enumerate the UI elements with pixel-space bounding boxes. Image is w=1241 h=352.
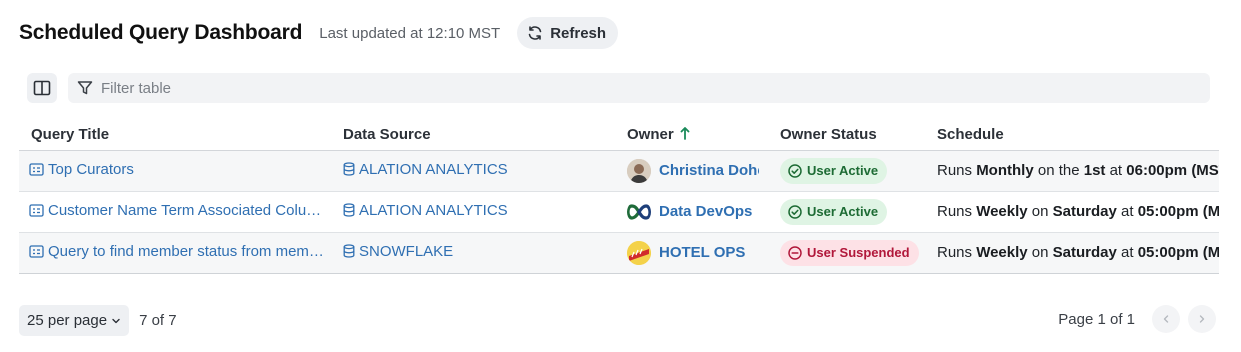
owner-cell: HOTEL OPS xyxy=(627,240,768,265)
filter-icon xyxy=(77,81,93,95)
data-source-link[interactable]: ALATION ANALYTICS xyxy=(343,202,508,219)
avatar xyxy=(627,240,651,265)
owner-name-link[interactable]: Data DevOps xyxy=(659,203,752,220)
person-photo-icon xyxy=(627,158,651,183)
query-icon xyxy=(29,163,44,176)
check-circle-icon xyxy=(788,204,802,219)
last-updated-text: Last updated at 12:10 MST xyxy=(319,24,501,42)
schedule-cell: Runs Weekly on Saturday at 05:00pm (MST) xyxy=(925,232,1219,274)
column-header-owner-status[interactable]: Owner Status xyxy=(768,120,925,151)
refresh-button[interactable]: Refresh xyxy=(517,17,619,49)
filter-box xyxy=(68,73,1210,103)
query-icon xyxy=(29,204,44,217)
filter-input[interactable] xyxy=(101,79,501,97)
owner-cell: Christina Doherty xyxy=(627,158,768,183)
row-count: 7 of 7 xyxy=(139,312,177,329)
status-badge: User Active xyxy=(780,198,888,225)
schedule-cell: Runs Weekly on Saturday at 05:00pm (MST) xyxy=(925,191,1219,233)
database-icon xyxy=(343,162,355,176)
table-toolbar xyxy=(27,73,1210,103)
avatar xyxy=(627,158,651,183)
query-table: Query Title Data Source Owner Owner Stat… xyxy=(19,120,1219,274)
column-header-owner[interactable]: Owner xyxy=(615,120,768,151)
query-icon xyxy=(29,245,44,258)
minus-circle-icon xyxy=(788,245,802,260)
page-label: Page 1 of 1 xyxy=(1058,310,1135,328)
query-title-link[interactable]: Customer Name Term Associated Columns xyxy=(29,202,324,219)
column-toggle-button[interactable] xyxy=(27,73,57,103)
column-header-owner-label: Owner xyxy=(627,126,674,144)
database-icon xyxy=(343,203,355,217)
chevron-down-icon xyxy=(112,318,120,323)
hotel-logo-icon xyxy=(627,240,651,265)
query-title-link[interactable]: Top Curators xyxy=(29,161,134,178)
data-source-link[interactable]: ALATION ANALYTICS xyxy=(343,161,508,178)
schedule-cell: Runs Monthly on the 1st at 06:00pm (MST) xyxy=(925,150,1219,192)
page-title: Scheduled Query Dashboard xyxy=(19,21,303,44)
infinity-logo-icon xyxy=(627,203,651,220)
column-header-schedule[interactable]: Schedule xyxy=(925,120,1219,151)
columns-icon xyxy=(33,80,51,96)
status-badge: User Active xyxy=(780,157,888,184)
owner-name-link[interactable]: Christina Doherty xyxy=(659,162,759,179)
avatar xyxy=(627,200,651,224)
check-circle-icon xyxy=(788,163,802,178)
table-row: Customer Name Term Associated Columns AL… xyxy=(19,191,1219,233)
query-table-container: Query Title Data Source Owner Owner Stat… xyxy=(19,120,1219,274)
table-row: Query to find member status from members… xyxy=(19,232,1219,274)
chevron-right-icon xyxy=(1199,315,1205,323)
next-page-button[interactable] xyxy=(1188,305,1216,333)
pagination-right: Page 1 of 1 xyxy=(1058,305,1216,333)
page-header: Scheduled Query Dashboard Last updated a… xyxy=(19,16,619,50)
column-header-query-title[interactable]: Query Title xyxy=(19,120,331,151)
database-icon xyxy=(343,244,355,258)
status-badge: User Suspended xyxy=(780,239,919,266)
data-source-link[interactable]: SNOWFLAKE xyxy=(343,243,453,260)
refresh-label: Refresh xyxy=(550,24,607,42)
query-title-link[interactable]: Query to find member status from members… xyxy=(29,243,324,260)
pagination-left: 25 per page 7 of 7 xyxy=(19,305,177,336)
table-row: Top Curators ALATION ANALYTICS Christina… xyxy=(19,150,1219,192)
table-header-row: Query Title Data Source Owner Owner Stat… xyxy=(19,120,1219,151)
owner-name-link[interactable]: HOTEL OPS xyxy=(659,244,745,261)
previous-page-button[interactable] xyxy=(1152,305,1180,333)
owner-cell: Data DevOps xyxy=(627,200,768,224)
column-header-data-source[interactable]: Data Source xyxy=(331,120,615,151)
per-page-select[interactable]: 25 per page xyxy=(19,305,130,336)
chevron-left-icon xyxy=(1163,315,1169,323)
sort-ascending-icon xyxy=(680,127,690,141)
refresh-icon xyxy=(528,26,542,40)
